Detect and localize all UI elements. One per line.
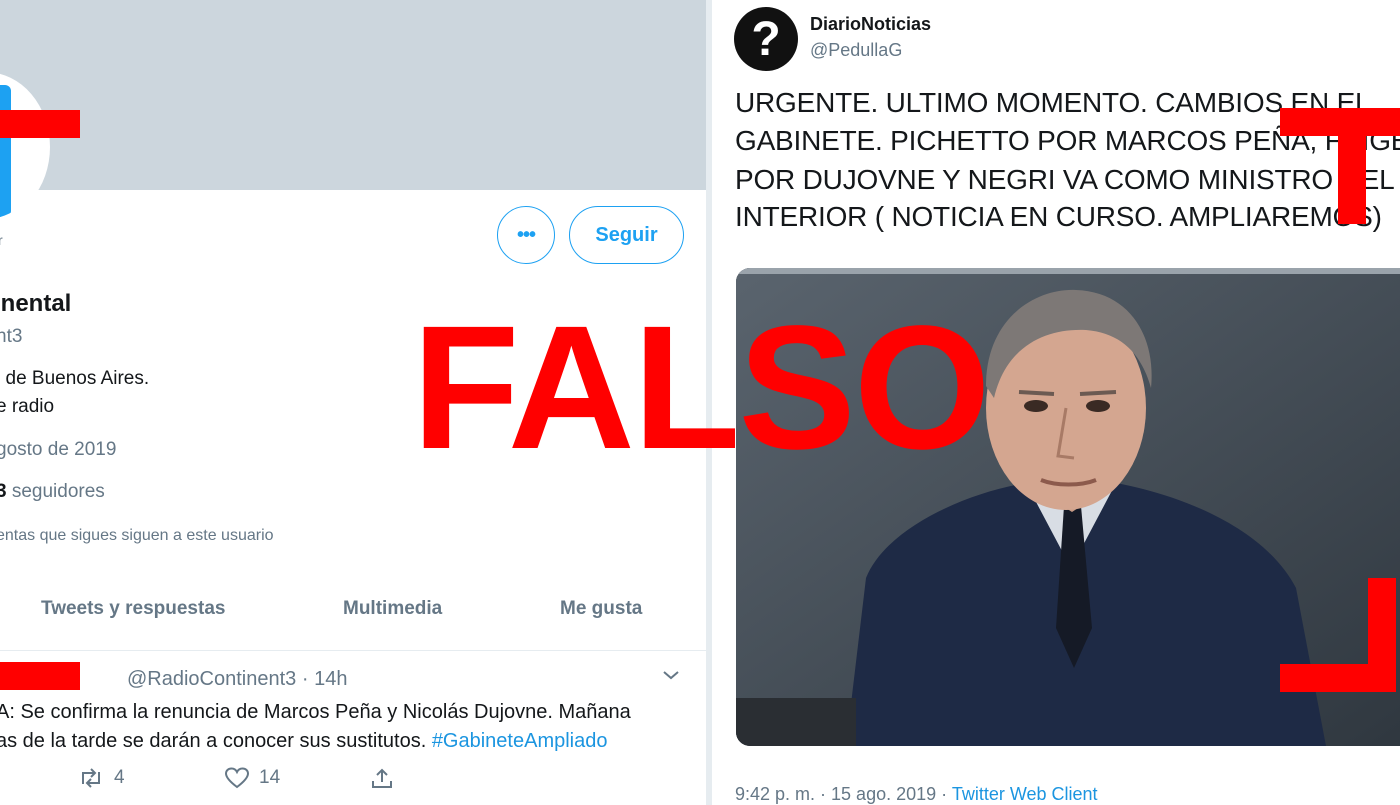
profile-name: inental [0, 290, 72, 317]
followed-by-text[interactable]: entas que sigues siguen a este usuario [0, 527, 274, 545]
followers-number: 3 [0, 481, 7, 502]
more-icon: ••• [516, 223, 536, 246]
corner-bracket-mark [0, 662, 80, 690]
tab-media[interactable]: Multimedia [343, 598, 442, 620]
divider [0, 650, 706, 651]
bio-line: e radio [0, 396, 55, 417]
share-button[interactable] [370, 767, 394, 791]
corner-bracket-mark [1338, 108, 1366, 224]
tweet-text-line: as de la tarde se darán a conocer sus su… [0, 730, 608, 753]
share-icon [370, 767, 394, 791]
retweet-count: 4 [114, 767, 125, 788]
question-mark-avatar-icon[interactable]: ? [734, 7, 798, 71]
tweet-handle-time[interactable]: @RadioContinent3 · 14h [127, 668, 347, 691]
profile-handle: nt3 [0, 326, 23, 347]
like-button[interactable]: 14 [225, 767, 280, 789]
followers-label: seguidores [11, 481, 105, 502]
tweet-text-line: POR DUJOVNE Y NEGRI VA COMO MINISTRO DEL [735, 164, 1395, 195]
tweet-author-name[interactable]: DiarioNoticias [810, 14, 931, 35]
tab-likes[interactable]: Me gusta [560, 598, 642, 620]
follow-button[interactable]: Seguir [569, 206, 684, 264]
profile-banner [0, 0, 706, 190]
tweet-author-handle[interactable]: @PedullaG [810, 40, 902, 61]
tweet-footer: 9:42 p. m. · 15 ago. 2019 · Twitter Web … [735, 784, 1098, 805]
retweet-button[interactable]: 4 [78, 767, 125, 789]
followers-count-link[interactable]: 3 seguidores [0, 481, 105, 503]
tab-tweets-replies[interactable]: Tweets y respuestas [41, 598, 225, 620]
corner-bracket-mark [0, 110, 80, 138]
tweet-text-body: as de la tarde se darán a conocer sus su… [0, 730, 427, 752]
tweet-text-line: URGENTE. ULTIMO MOMENTO. CAMBIOS EN EL [735, 87, 1371, 118]
retweet-icon [78, 767, 104, 789]
tweet-text-line: A: Se confirma la renuncia de Marcos Peñ… [0, 701, 631, 723]
falso-stamp: FALSO [412, 290, 991, 486]
heart-icon [225, 767, 249, 789]
tweet-client-link[interactable]: Twitter Web Client [952, 784, 1098, 804]
tweet-text-line: INTERIOR ( NOTICIA EN CURSO. AMPLIAREMOS… [735, 201, 1382, 232]
corner-bracket-mark [1368, 578, 1396, 692]
joined-date: gosto de 2019 [0, 439, 117, 460]
tweet-timestamp[interactable]: 9:42 p. m. · 15 ago. 2019 · [735, 784, 947, 804]
more-options-button[interactable]: ••• [497, 206, 555, 264]
avatar-caption: r [0, 232, 3, 248]
bio-line: l de Buenos Aires. [0, 368, 150, 389]
avatar-logo-icon [0, 85, 11, 217]
like-count: 14 [259, 767, 281, 788]
hashtag-link[interactable]: #GabineteAmpliado [432, 730, 608, 752]
chevron-down-icon[interactable] [662, 668, 680, 686]
